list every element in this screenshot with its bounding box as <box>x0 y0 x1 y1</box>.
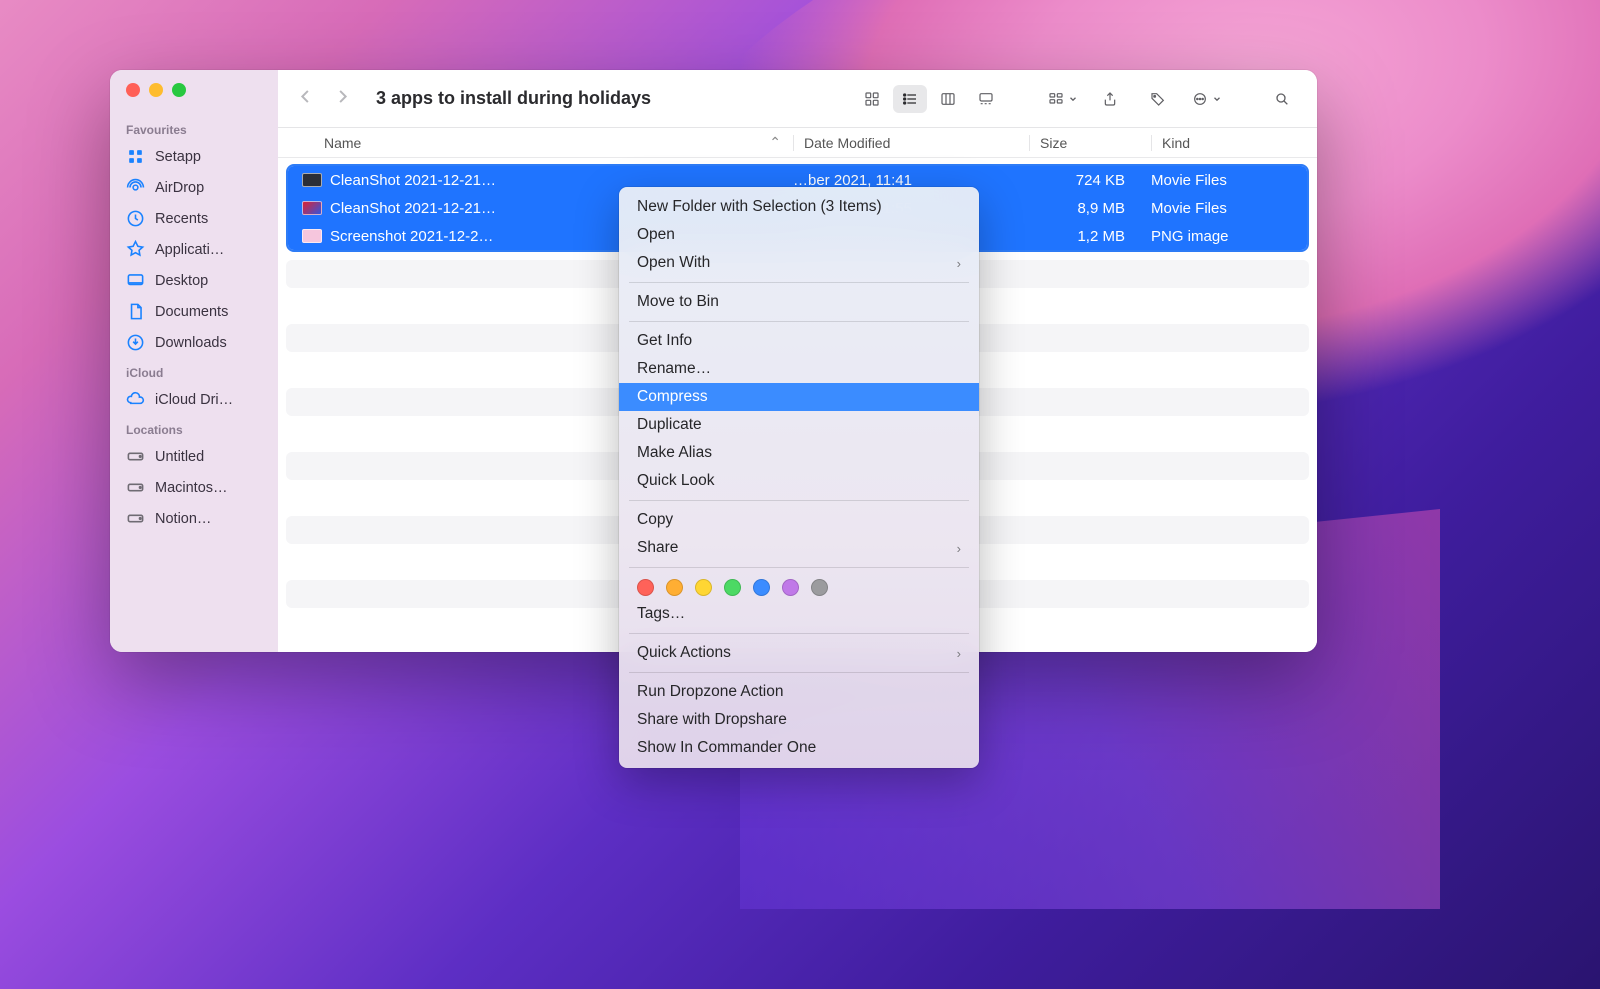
window-title: 3 apps to install during holidays <box>376 88 651 109</box>
sidebar: Favourites Setapp AirDrop Recents Applic… <box>110 70 278 652</box>
applications-icon <box>126 240 145 259</box>
menu-separator <box>629 633 969 634</box>
menu-separator <box>629 500 969 501</box>
share-button[interactable] <box>1093 85 1127 113</box>
sidebar-item-applications[interactable]: Applicati… <box>110 234 278 265</box>
menu-quick-look[interactable]: Quick Look <box>619 467 979 495</box>
sidebar-item-macintosh[interactable]: Macintos… <box>110 472 278 503</box>
desktop-icon <box>126 271 145 290</box>
tag-colors <box>619 573 979 600</box>
sidebar-item-notion[interactable]: Notion… <box>110 503 278 534</box>
sidebar-item-recents[interactable]: Recents <box>110 203 278 234</box>
sidebar-item-downloads[interactable]: Downloads <box>110 327 278 358</box>
tag-red[interactable] <box>637 579 654 596</box>
cloud-icon <box>126 390 145 409</box>
menu-show-commander[interactable]: Show In Commander One <box>619 734 979 762</box>
chevron-right-icon: › <box>957 646 961 661</box>
column-name[interactable]: Name⌃ <box>324 134 793 151</box>
disk-icon <box>126 447 145 466</box>
tag-purple[interactable] <box>782 579 799 596</box>
back-button[interactable] <box>296 87 315 111</box>
disk-icon <box>126 478 145 497</box>
tag-yellow[interactable] <box>695 579 712 596</box>
chevron-right-icon: › <box>957 541 961 556</box>
search-button[interactable] <box>1265 85 1299 113</box>
sidebar-item-untitled[interactable]: Untitled <box>110 441 278 472</box>
sidebar-section-icloud: iCloud <box>110 358 278 384</box>
menu-compress[interactable]: Compress <box>619 383 979 411</box>
toolbar: 3 apps to install during holidays <box>278 70 1317 128</box>
view-switcher <box>855 85 1003 113</box>
menu-move-to-bin[interactable]: Move to Bin <box>619 288 979 316</box>
column-headers: Name⌃ Date Modified Size Kind <box>278 128 1317 158</box>
sort-chevron-icon: ⌃ <box>769 134 781 151</box>
window-controls <box>110 83 278 115</box>
menu-separator <box>629 567 969 568</box>
setapp-icon <box>126 147 145 166</box>
clock-icon <box>126 209 145 228</box>
sidebar-item-airdrop[interactable]: AirDrop <box>110 172 278 203</box>
column-view-button[interactable] <box>931 85 965 113</box>
sidebar-item-desktop[interactable]: Desktop <box>110 265 278 296</box>
tag-blue[interactable] <box>753 579 770 596</box>
menu-copy[interactable]: Copy <box>619 506 979 534</box>
action-menu-button[interactable] <box>1189 85 1223 113</box>
menu-open[interactable]: Open <box>619 221 979 249</box>
document-icon <box>126 302 145 321</box>
list-view-button[interactable] <box>893 85 927 113</box>
menu-duplicate[interactable]: Duplicate <box>619 411 979 439</box>
airdrop-icon <box>126 178 145 197</box>
chevron-right-icon: › <box>957 256 961 271</box>
minimize-button[interactable] <box>149 83 163 97</box>
tags-button[interactable] <box>1141 85 1175 113</box>
menu-share-dropshare[interactable]: Share with Dropshare <box>619 706 979 734</box>
sidebar-item-icloud-drive[interactable]: iCloud Dri… <box>110 384 278 415</box>
tag-green[interactable] <box>724 579 741 596</box>
file-thumbnail-icon <box>302 229 322 243</box>
menu-rename[interactable]: Rename… <box>619 355 979 383</box>
column-date[interactable]: Date Modified <box>793 135 1029 151</box>
menu-separator <box>629 282 969 283</box>
gallery-view-button[interactable] <box>969 85 1003 113</box>
column-kind[interactable]: Kind <box>1151 135 1317 151</box>
disk-icon <box>126 509 145 528</box>
file-thumbnail-icon <box>302 201 322 215</box>
sidebar-section-favourites: Favourites <box>110 115 278 141</box>
close-button[interactable] <box>126 83 140 97</box>
menu-separator <box>629 672 969 673</box>
menu-run-dropzone[interactable]: Run Dropzone Action <box>619 678 979 706</box>
file-thumbnail-icon <box>302 173 322 187</box>
sidebar-section-locations: Locations <box>110 415 278 441</box>
menu-get-info[interactable]: Get Info <box>619 327 979 355</box>
icon-view-button[interactable] <box>855 85 889 113</box>
column-size[interactable]: Size <box>1029 135 1151 151</box>
menu-make-alias[interactable]: Make Alias <box>619 439 979 467</box>
menu-new-folder[interactable]: New Folder with Selection (3 Items) <box>619 193 979 221</box>
sidebar-item-documents[interactable]: Documents <box>110 296 278 327</box>
download-icon <box>126 333 145 352</box>
tag-orange[interactable] <box>666 579 683 596</box>
context-menu: New Folder with Selection (3 Items) Open… <box>619 187 979 768</box>
menu-share[interactable]: Share› <box>619 534 979 562</box>
menu-tags[interactable]: Tags… <box>619 600 979 628</box>
sidebar-item-setapp[interactable]: Setapp <box>110 141 278 172</box>
menu-separator <box>629 321 969 322</box>
group-by-button[interactable] <box>1045 85 1079 113</box>
menu-open-with[interactable]: Open With› <box>619 249 979 277</box>
forward-button[interactable] <box>333 87 352 111</box>
maximize-button[interactable] <box>172 83 186 97</box>
menu-quick-actions[interactable]: Quick Actions› <box>619 639 979 667</box>
tag-gray[interactable] <box>811 579 828 596</box>
